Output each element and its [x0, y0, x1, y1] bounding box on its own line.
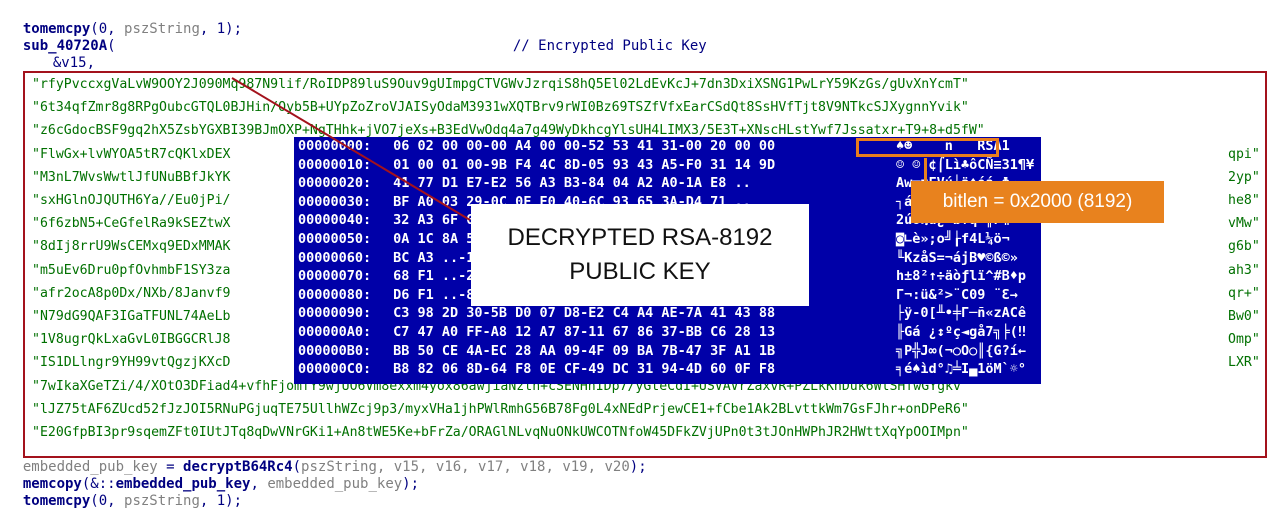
- bitlen-callout: bitlen = 0x2000 (8192): [911, 181, 1164, 223]
- hex-ascii: ☺ ☺ ¢⌠Lì♣ôCÑ≡31¶¥: [896, 156, 1035, 173]
- hexdump-row: 000000A0: C7 47 A0 FF-A8 12 A7 87-11 67 8…: [298, 324, 1026, 341]
- label-line-2: PUBLIC KEY: [569, 258, 711, 285]
- hex-offset: 00000030:: [298, 193, 372, 210]
- hex-ascii: ├ÿ-0[╨•╪Γ─ñ«zACê: [896, 305, 1027, 322]
- string-line-tail: ah3": [1228, 262, 1260, 278]
- hex-offset: 00000050:: [298, 231, 372, 247]
- hex-offset: 00000090:: [298, 305, 372, 322]
- string-line-tail: he8": [1228, 193, 1260, 208]
- hex-ascii: ╗P╬J∞(¬○O○║{G?í←: [896, 342, 1027, 359]
- callout-connector: [924, 158, 927, 182]
- bitlen-highlight-box: [856, 138, 999, 157]
- hex-bytes: 41 77 D1 E7-E2 56 A3 B3-84 04 A2 A0-1A E…: [393, 175, 751, 192]
- string-line-tail: Omp": [1228, 332, 1260, 348]
- string-line-tail: Bw0": [1228, 309, 1260, 324]
- hexdump-row: 00000010: 01 00 01 00-9B F4 4C 8D-05 93 4…: [298, 156, 1034, 174]
- hex-offset: 00000070:: [298, 268, 372, 285]
- string-line: "FlwGx+lvWYOA5tR7cQKlxDEX: [32, 146, 231, 162]
- hex-ascii: Γ¬:ü&²>¨C09 ¨Ɛ→: [896, 286, 1018, 303]
- label-line-1: DECRYPTED RSA-8192: [507, 224, 773, 251]
- hex-ascii: h±8²↑÷äòƒlï^#B♦p: [896, 268, 1027, 285]
- code-line-arg: &v15,: [52, 55, 96, 71]
- hex-offset: 000000A0:: [298, 324, 372, 340]
- string-line-tail: qpi": [1228, 146, 1260, 162]
- string-line: "E20GfpBI3pr9sqemZFt0IUtJTq8qDwVNrGKi1+A…: [32, 425, 969, 440]
- hex-ascii: ◙∟è»;o╝┟f4L¼ö¬: [896, 231, 1010, 247]
- code-comment: // Encrypted Public Key: [512, 38, 707, 54]
- string-line-tail: g6b": [1228, 239, 1260, 255]
- hex-bytes: C7 47 A0 FF-A8 12 A7 87-11 67 86 37-BB C…: [393, 324, 776, 340]
- hex-ascii: ╕é♠ìd°♫╧I▄1öM`☼°: [896, 361, 1027, 378]
- string-line: "6t34qfZmr8g8RPgOubcGTQL0BJHin/Oyb5B+UYp…: [32, 100, 969, 116]
- hexdump-row: 000000B0: BB 50 CE 4A-EC 28 AA 09-4F 09 B…: [298, 342, 1026, 360]
- hex-offset: 00000000:: [298, 138, 372, 154]
- string-line: "lJZ75tAF6ZUcd52fJzJOI5RNuPGjuqTE75UllhW…: [32, 401, 969, 417]
- string-line: "8dIj8rrU9WsCEMxq9EDxMMAK: [32, 239, 231, 255]
- hex-offset: 00000010:: [298, 156, 372, 173]
- string-line: "1V8ugrQkLxaGvL0IBGGCRlJ8: [32, 332, 231, 348]
- hexdump-row: 00000000: 06 02 00 00-00 A4 00 00-52 53 4…: [298, 138, 1010, 155]
- hex-offset: 00000040:: [298, 212, 372, 229]
- string-line: "afr2ocA8p0Dx/NXb/8Janvf9: [32, 285, 231, 301]
- hex-bytes: C3 98 2D 30-5B D0 07 D8-E2 C4 A4 AE-7A 4…: [393, 305, 776, 322]
- identifier: pszString: [124, 21, 200, 37]
- hexdump-row: 00000090: C3 98 2D 30-5B D0 07 D8-E2 C4 A…: [298, 305, 1026, 322]
- decrypted-key-label: DECRYPTED RSA-8192 PUBLIC KEY: [471, 204, 809, 306]
- hex-ascii: ╟Gá ¿↕ºç◄gå7╗╞(‼: [896, 324, 1027, 340]
- hex-offset: 00000060:: [298, 249, 372, 266]
- string-close: );: [1269, 420, 1286, 454]
- hex-offset: 000000C0:: [298, 361, 372, 378]
- string-line-tail: LXR": [1228, 355, 1260, 371]
- hex-ascii: ╙KzåS=¬ájB♥©ß©»: [896, 249, 1018, 266]
- hex-offset: 00000080:: [298, 286, 372, 303]
- string-line: "N79dG9QAF3IGaTFUNL74AeLb: [32, 309, 231, 324]
- string-line-tail: qr+": [1228, 285, 1260, 301]
- string-line: "6f6zbN5+CeGfelRa9kSEZtwX: [32, 216, 231, 232]
- string-line: "m5uEv6Dru0pfOvhmbF1SY3za: [32, 262, 231, 278]
- hex-bytes: 01 00 01 00-9B F4 4C 8D-05 93 43 A5-F0 3…: [393, 156, 776, 173]
- string-line: "rfyPvccxgVaLvW9OOY2J090Mq987N9lif/RoIDP…: [32, 77, 969, 92]
- hex-bytes: B8 82 06 8D-64 F8 0E CF-49 DC 31 94-4D 6…: [393, 361, 776, 378]
- string-line: "sxHGlnOJQUTH6Ya//Eu0jPi/: [32, 193, 231, 208]
- hexdump-row: 000000C0: B8 82 06 8D-64 F8 0E CF-49 DC 3…: [298, 361, 1026, 378]
- hex-offset: 00000020:: [298, 175, 372, 192]
- identifier: pszString: [124, 493, 200, 509]
- string-line: "M3nL7WvsWwtlJfUNuBBfJkYK: [32, 169, 231, 185]
- string-line-tail: 2yp": [1228, 169, 1260, 185]
- function-name: tomemcpy: [22, 493, 91, 509]
- string-line-tail: vMw": [1228, 216, 1260, 232]
- hex-bytes: 06 02 00 00-00 A4 00 00-52 53 41 31-00 2…: [393, 138, 776, 154]
- hex-offset: 000000B0:: [298, 342, 372, 359]
- code-line-tomemcpy-bottom: tomemcpy(0, pszString, 1);: [22, 493, 243, 509]
- hex-bytes: BB 50 CE 4A-EC 28 AA 09-4F 09 BA 7B-47 3…: [393, 342, 776, 359]
- hexdump-row: 00000020: 41 77 D1 E7-E2 56 A3 B3-84 04 A…: [298, 175, 1018, 192]
- string-line: "IS1DLlngr9YH99vtQgzjKXcD: [32, 355, 231, 371]
